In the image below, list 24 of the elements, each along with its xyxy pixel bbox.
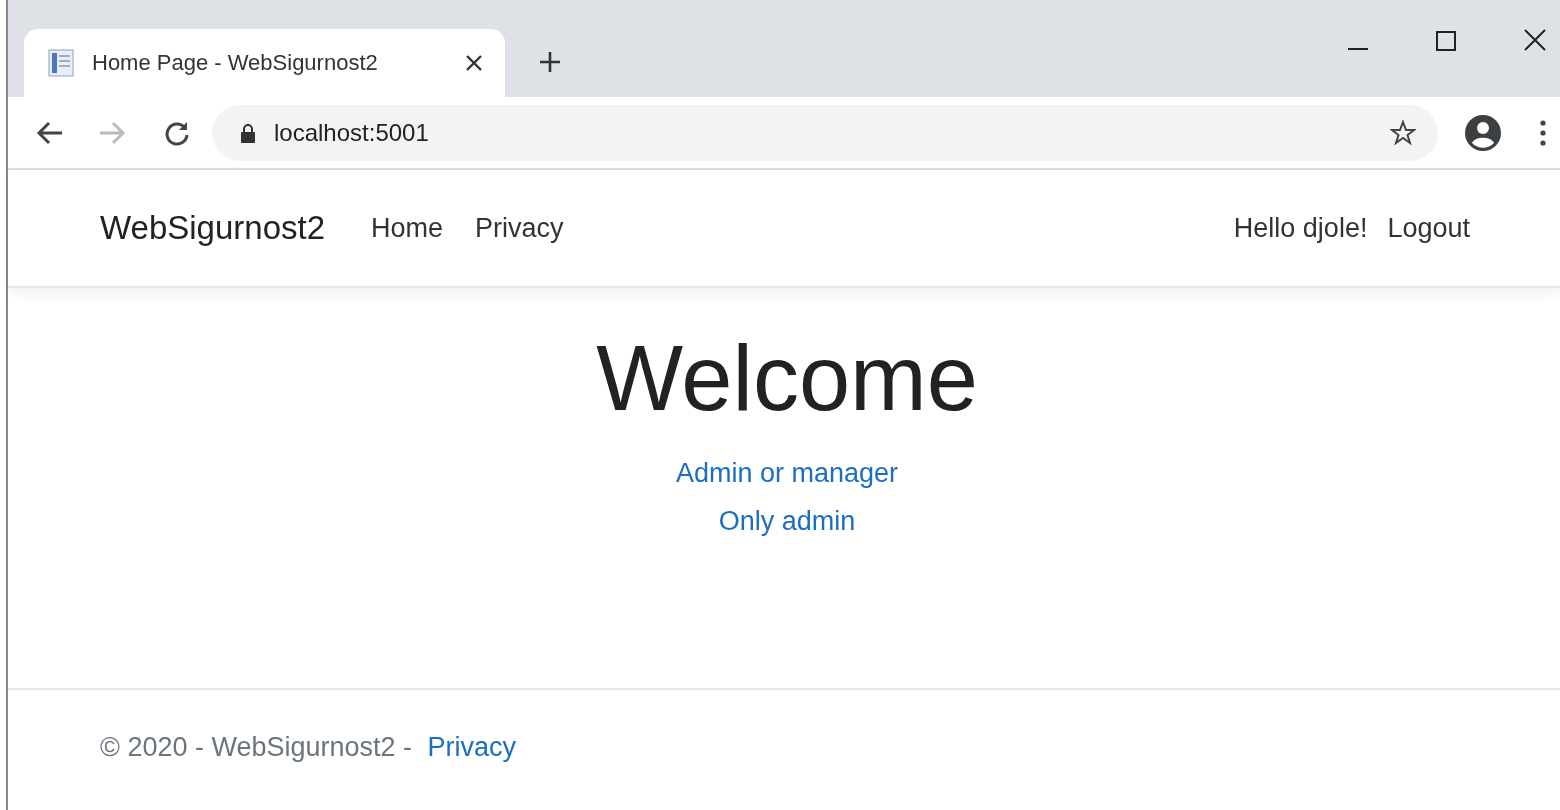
copyright-text: © 2020 - WebSigurnost2 - (100, 732, 413, 762)
brand-link[interactable]: WebSigurnost2 (100, 209, 326, 247)
role-link[interactable]: Admin or manager (675, 449, 899, 498)
page-icon (48, 49, 74, 77)
role-link[interactable]: Only admin (718, 497, 856, 546)
star-icon[interactable] (1390, 119, 1416, 146)
maximize-icon[interactable] (1436, 31, 1456, 51)
welcome-heading: Welcome (596, 328, 978, 430)
close-icon[interactable] (465, 54, 483, 72)
profile-icon[interactable] (1464, 113, 1502, 152)
privacy-link[interactable]: Privacy (427, 732, 517, 762)
new-tab-icon[interactable] (539, 51, 561, 73)
address-bar[interactable]: localhost:5001 (212, 104, 1438, 161)
close-icon[interactable] (1524, 29, 1546, 51)
lock-icon (240, 122, 256, 143)
logout-link[interactable]: Logout (1387, 212, 1470, 244)
tab-title: Home Page - WebSigurnost2 (92, 50, 379, 76)
back-icon[interactable] (36, 120, 64, 145)
nav-link[interactable]: Home (355, 212, 460, 244)
menu-icon[interactable] (1540, 119, 1546, 146)
browser-tab[interactable]: Home Page - WebSigurnost2 (24, 29, 505, 97)
greeting-text: Hello djole! (1233, 212, 1368, 244)
minimize-icon[interactable] (1348, 47, 1368, 51)
nav-link[interactable]: Privacy (459, 212, 580, 244)
